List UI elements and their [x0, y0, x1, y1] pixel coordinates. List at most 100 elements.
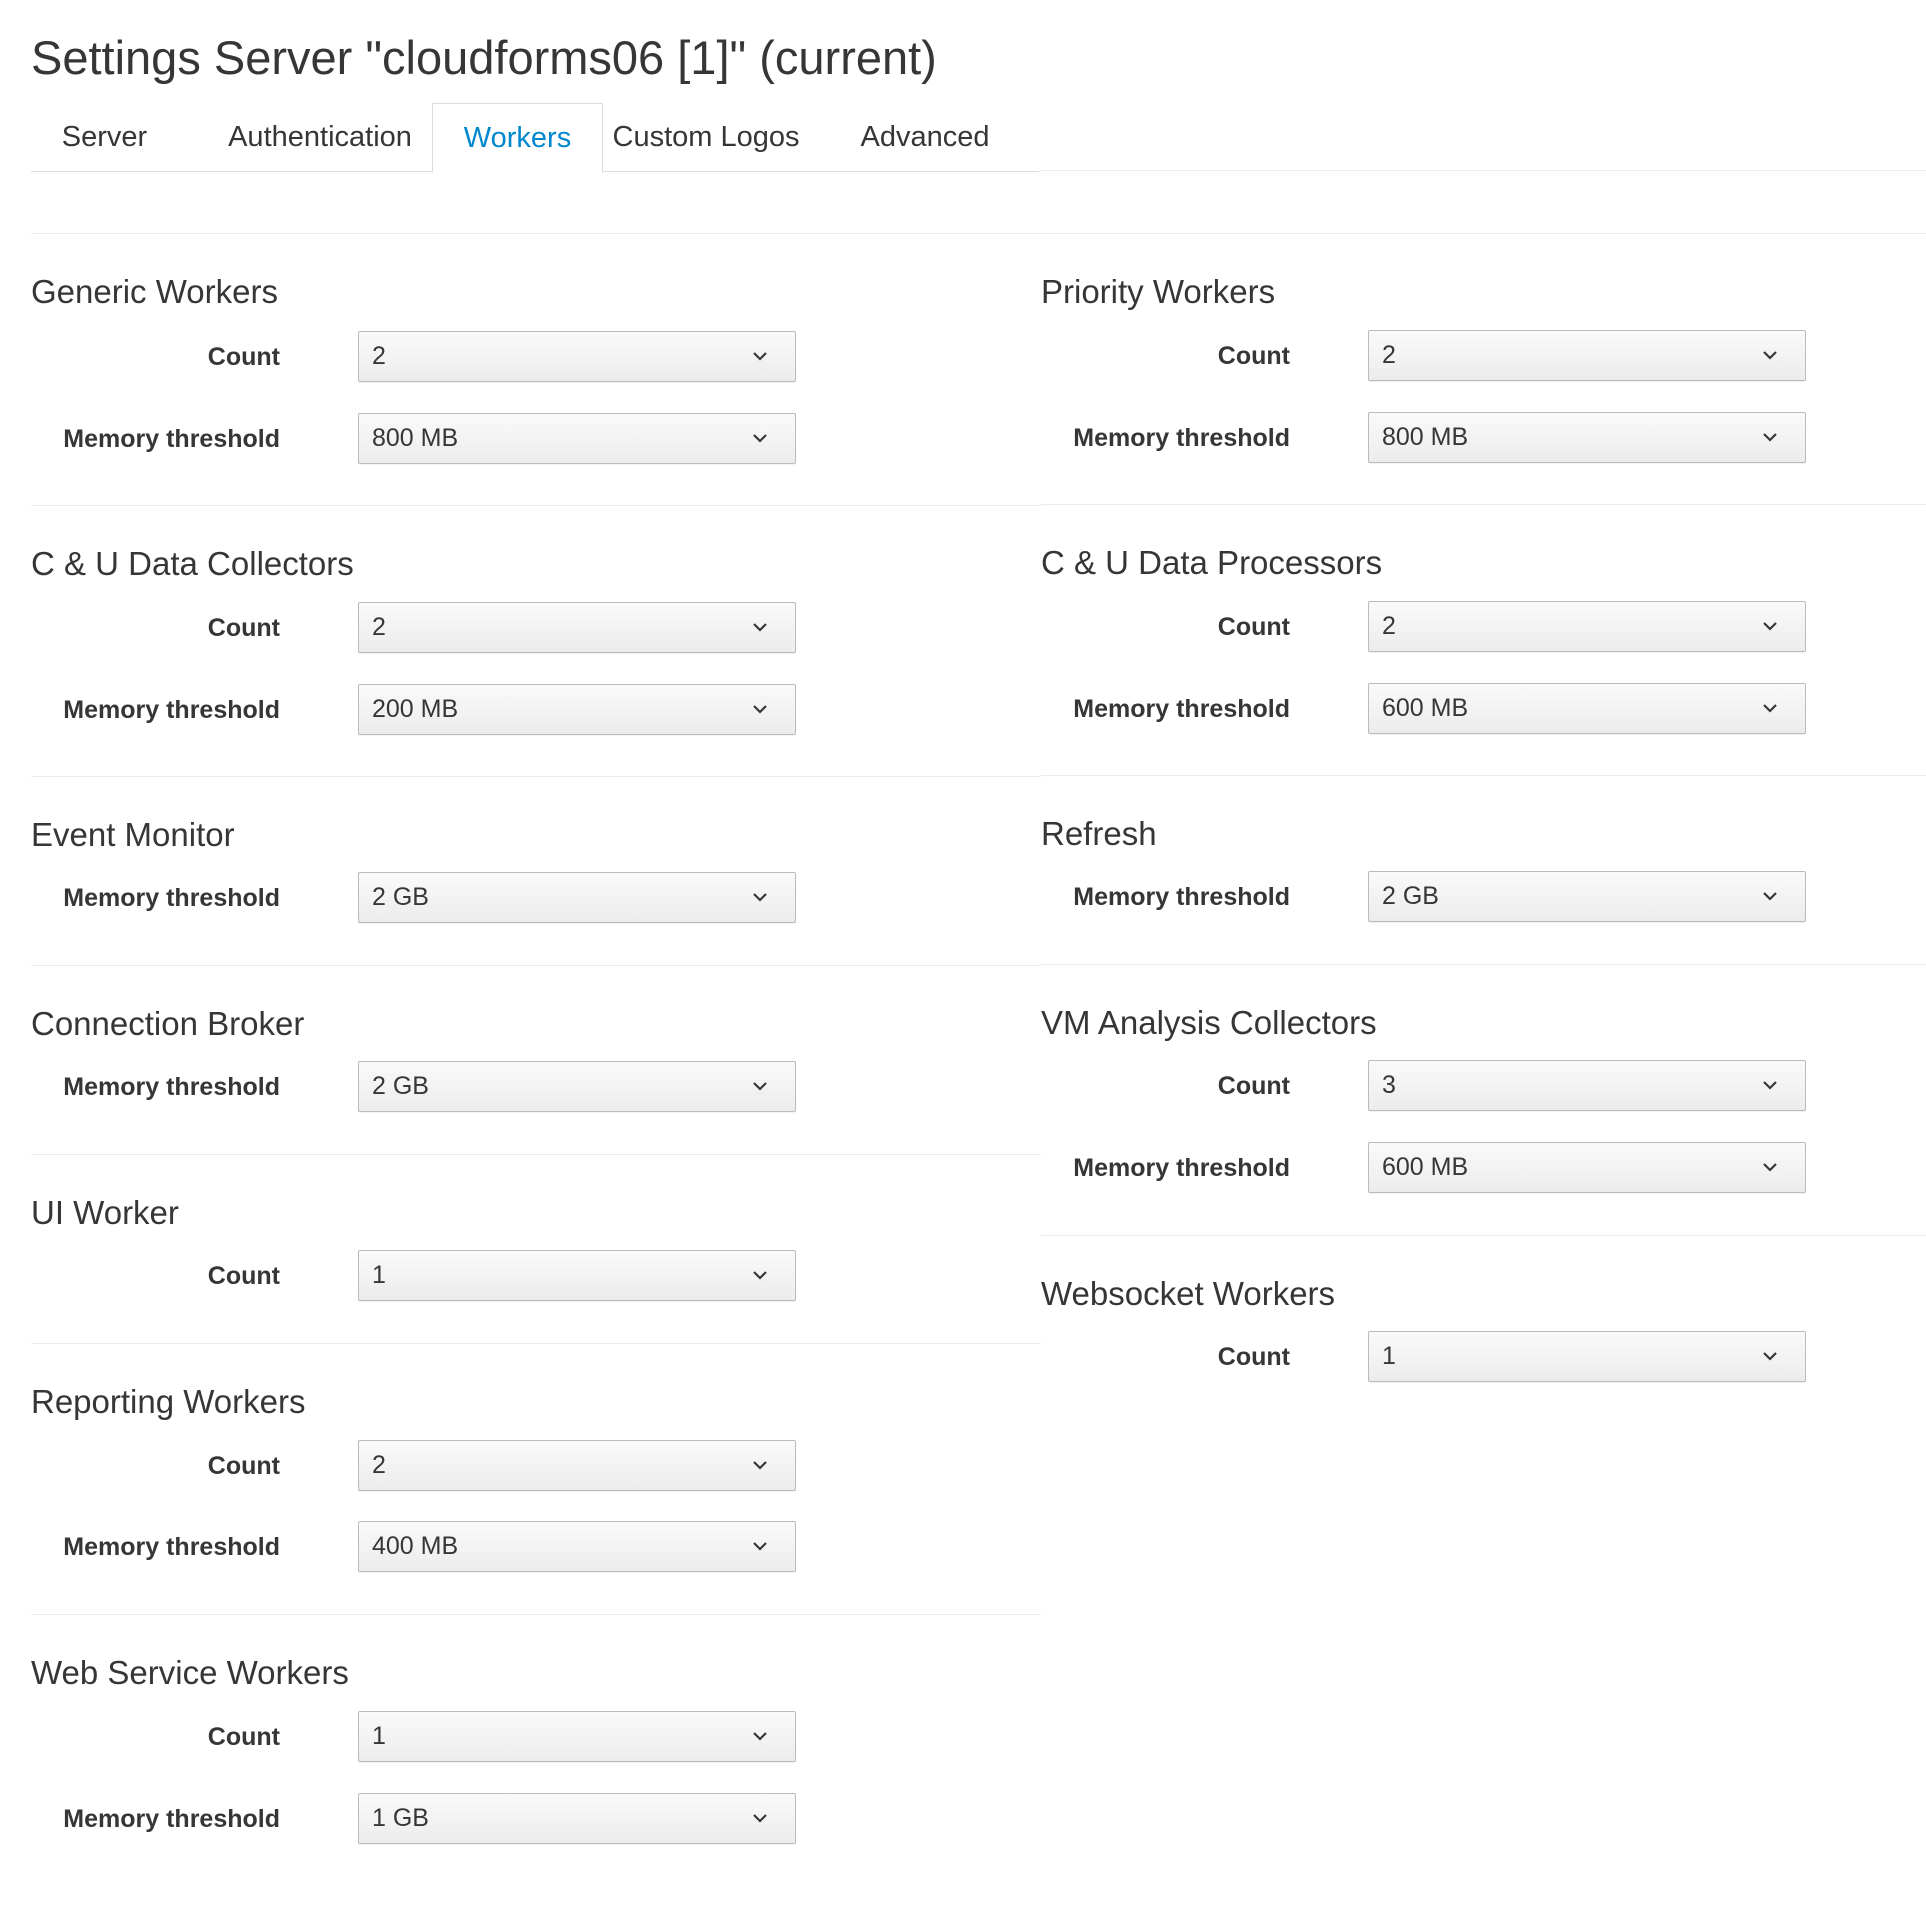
memory-threshold-label: Memory threshold	[1073, 424, 1290, 452]
memory-threshold-label: Memory threshold	[63, 696, 280, 724]
refresh-memory-select[interactable]: 2 GB	[1368, 871, 1806, 922]
connection-broker-memory-select[interactable]: 2 GB	[358, 1061, 796, 1112]
select-value: 2	[372, 1451, 386, 1479]
chevron-down-icon	[1763, 1352, 1777, 1361]
section-title-priority-workers: Priority Workers	[1041, 273, 1276, 310]
memory-threshold-label: Memory threshold	[1073, 883, 1290, 911]
chevron-down-icon	[1763, 1163, 1777, 1172]
section-divider	[31, 1343, 1041, 1344]
priority-workers-memory-select[interactable]: 800 MB	[1368, 412, 1806, 463]
count-label: Count	[1217, 613, 1290, 641]
memory-threshold-label: Memory threshold	[1073, 695, 1290, 723]
select-value: 2 GB	[372, 883, 429, 911]
cu-processors-memory-select[interactable]: 600 MB	[1368, 683, 1806, 734]
chevron-down-icon	[753, 352, 767, 361]
chevron-down-icon	[1763, 1081, 1777, 1090]
count-label: Count	[207, 614, 280, 642]
section-title-reporting-workers: Reporting Workers	[31, 1383, 306, 1420]
section-title-web-service-workers: Web Service Workers	[31, 1654, 349, 1691]
section-divider	[31, 965, 1041, 966]
count-label: Count	[1217, 1072, 1290, 1100]
tab-bar-extension	[1039, 170, 1926, 171]
select-value: 800 MB	[1382, 423, 1469, 451]
chevron-down-icon	[753, 1542, 767, 1551]
tab-workers[interactable]: Workers	[432, 103, 603, 173]
cu-processors-count-select[interactable]: 2	[1368, 601, 1806, 652]
cu-collectors-memory-select[interactable]: 200 MB	[358, 684, 796, 735]
select-value: 2	[372, 613, 386, 641]
section-title-cu-data-collectors: C & U Data Collectors	[31, 545, 354, 582]
memory-threshold-label: Memory threshold	[63, 1805, 280, 1833]
tab-bar: Server Authentication Workers Custom Log…	[31, 103, 1039, 173]
section-divider	[1041, 964, 1926, 965]
select-value: 2	[1382, 341, 1396, 369]
page-title: Settings Server "cloudforms06 [1]" (curr…	[31, 31, 937, 84]
chevron-down-icon	[1763, 433, 1777, 442]
count-label: Count	[207, 1723, 280, 1751]
chevron-down-icon	[753, 1461, 767, 1470]
select-value: 400 MB	[372, 1532, 459, 1560]
section-title-generic-workers: Generic Workers	[31, 273, 278, 310]
cu-collectors-count-select[interactable]: 2	[358, 602, 796, 653]
generic-workers-count-select[interactable]: 2	[358, 331, 796, 382]
tab-server[interactable]: Server	[31, 103, 178, 172]
generic-workers-memory-select[interactable]: 800 MB	[358, 413, 796, 464]
web-service-workers-memory-select[interactable]: 1 GB	[358, 1793, 796, 1844]
chevron-down-icon	[1763, 622, 1777, 631]
select-value: 2 GB	[1382, 882, 1439, 910]
select-value: 2 GB	[372, 1072, 429, 1100]
chevron-down-icon	[753, 893, 767, 902]
count-label: Count	[207, 343, 280, 371]
vm-analysis-memory-select[interactable]: 600 MB	[1368, 1142, 1806, 1193]
chevron-down-icon	[753, 1271, 767, 1280]
chevron-down-icon	[1763, 704, 1777, 713]
memory-threshold-label: Memory threshold	[63, 425, 280, 453]
count-label: Count	[1217, 1343, 1290, 1371]
section-divider	[31, 1154, 1041, 1155]
select-value: 1 GB	[372, 1804, 429, 1832]
select-value: 1	[1382, 1342, 1396, 1370]
section-title-connection-broker: Connection Broker	[31, 1005, 305, 1042]
reporting-workers-memory-select[interactable]: 400 MB	[358, 1521, 796, 1572]
select-value: 200 MB	[372, 695, 459, 723]
websocket-workers-count-select[interactable]: 1	[1368, 1331, 1806, 1382]
section-divider	[1041, 1235, 1926, 1236]
chevron-down-icon	[753, 1732, 767, 1741]
section-title-refresh: Refresh	[1041, 815, 1157, 852]
select-value: 2	[1382, 612, 1396, 640]
count-label: Count	[207, 1262, 280, 1290]
count-label: Count	[207, 1452, 280, 1480]
chevron-down-icon	[753, 434, 767, 443]
ui-worker-count-select[interactable]: 1	[358, 1250, 796, 1301]
section-title-event-monitor: Event Monitor	[31, 816, 235, 853]
section-title-vm-analysis-collectors: VM Analysis Collectors	[1041, 1004, 1377, 1041]
section-divider	[1041, 504, 1926, 505]
memory-threshold-label: Memory threshold	[63, 884, 280, 912]
web-service-workers-count-select[interactable]: 1	[358, 1711, 796, 1762]
tab-custom-logos[interactable]: Custom Logos	[603, 103, 809, 172]
section-divider	[31, 505, 1041, 506]
chevron-down-icon	[1763, 892, 1777, 901]
memory-threshold-label: Memory threshold	[63, 1533, 280, 1561]
chevron-down-icon	[753, 623, 767, 632]
select-value: 600 MB	[1382, 694, 1469, 722]
reporting-workers-count-select[interactable]: 2	[358, 1440, 796, 1491]
section-divider	[31, 1614, 1041, 1615]
divider	[31, 233, 1926, 234]
vm-analysis-count-select[interactable]: 3	[1368, 1060, 1806, 1111]
section-title-websocket-workers: Websocket Workers	[1041, 1275, 1336, 1312]
section-divider	[31, 776, 1041, 777]
section-title-ui-worker: UI Worker	[31, 1194, 179, 1231]
tab-authentication[interactable]: Authentication	[178, 103, 462, 172]
tab-advanced[interactable]: Advanced	[849, 103, 1001, 172]
memory-threshold-label: Memory threshold	[1073, 1154, 1290, 1182]
chevron-down-icon	[753, 1814, 767, 1823]
event-monitor-memory-select[interactable]: 2 GB	[358, 872, 796, 923]
priority-workers-count-select[interactable]: 2	[1368, 330, 1806, 381]
section-divider	[1041, 775, 1926, 776]
chevron-down-icon	[753, 705, 767, 714]
memory-threshold-label: Memory threshold	[63, 1073, 280, 1101]
select-value: 3	[1382, 1071, 1396, 1099]
section-title-cu-data-processors: C & U Data Processors	[1041, 544, 1383, 581]
select-value: 600 MB	[1382, 1153, 1469, 1181]
